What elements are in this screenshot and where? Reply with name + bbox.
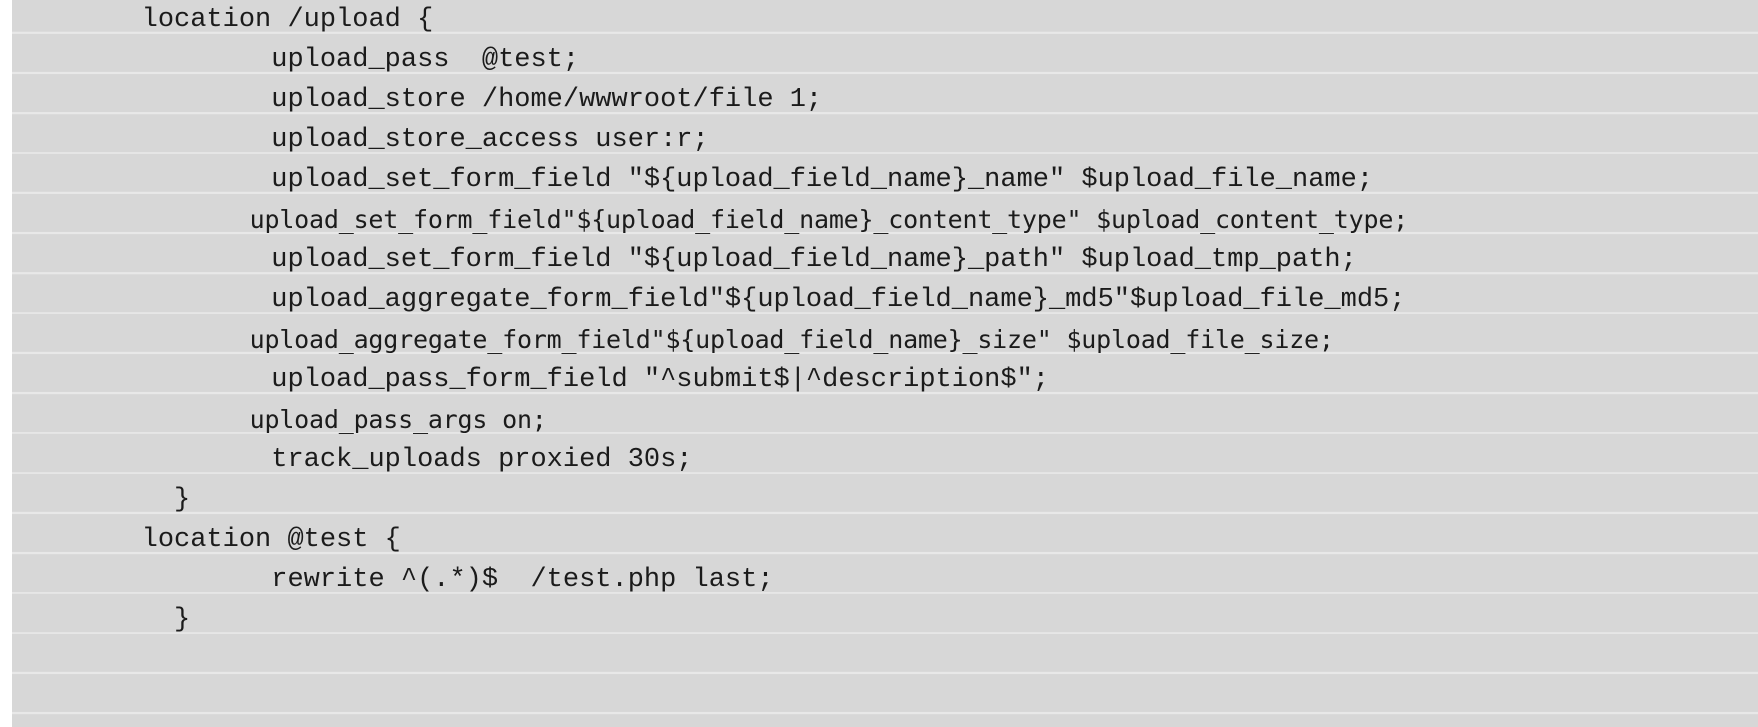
code-line: upload_pass_form_field "^submit$|^descri… bbox=[12, 365, 1049, 395]
code-line: upload_aggregate_form_field"${upload_fie… bbox=[12, 285, 1406, 315]
code-line: track_uploads proxied 30s; bbox=[12, 445, 693, 475]
code-line: upload_pass_args on; bbox=[12, 405, 547, 434]
code-line: } bbox=[12, 485, 191, 515]
code-line: upload_aggregate_form_field"${upload_fie… bbox=[12, 325, 1334, 354]
code-line: location /upload { bbox=[12, 5, 434, 35]
code-line: } bbox=[12, 605, 191, 635]
code-line-list: location /upload { upload_pass @test; up… bbox=[12, 0, 1758, 640]
code-line: upload_set_form_field "${upload_field_na… bbox=[12, 165, 1374, 195]
code-line: upload_set_form_field"${upload_field_nam… bbox=[12, 205, 1409, 234]
code-block: location /upload { upload_pass @test; up… bbox=[0, 0, 1758, 727]
code-line: location @test { bbox=[12, 525, 401, 555]
code-line: upload_set_form_field "${upload_field_na… bbox=[12, 245, 1357, 275]
code-line: upload_store_access user:r; bbox=[12, 125, 709, 155]
code-line: upload_pass @test; bbox=[12, 45, 580, 75]
code-line: rewrite ^(.*)$ /test.php last; bbox=[12, 565, 774, 595]
code-line: upload_store /home/wwwroot/file 1; bbox=[12, 85, 823, 115]
